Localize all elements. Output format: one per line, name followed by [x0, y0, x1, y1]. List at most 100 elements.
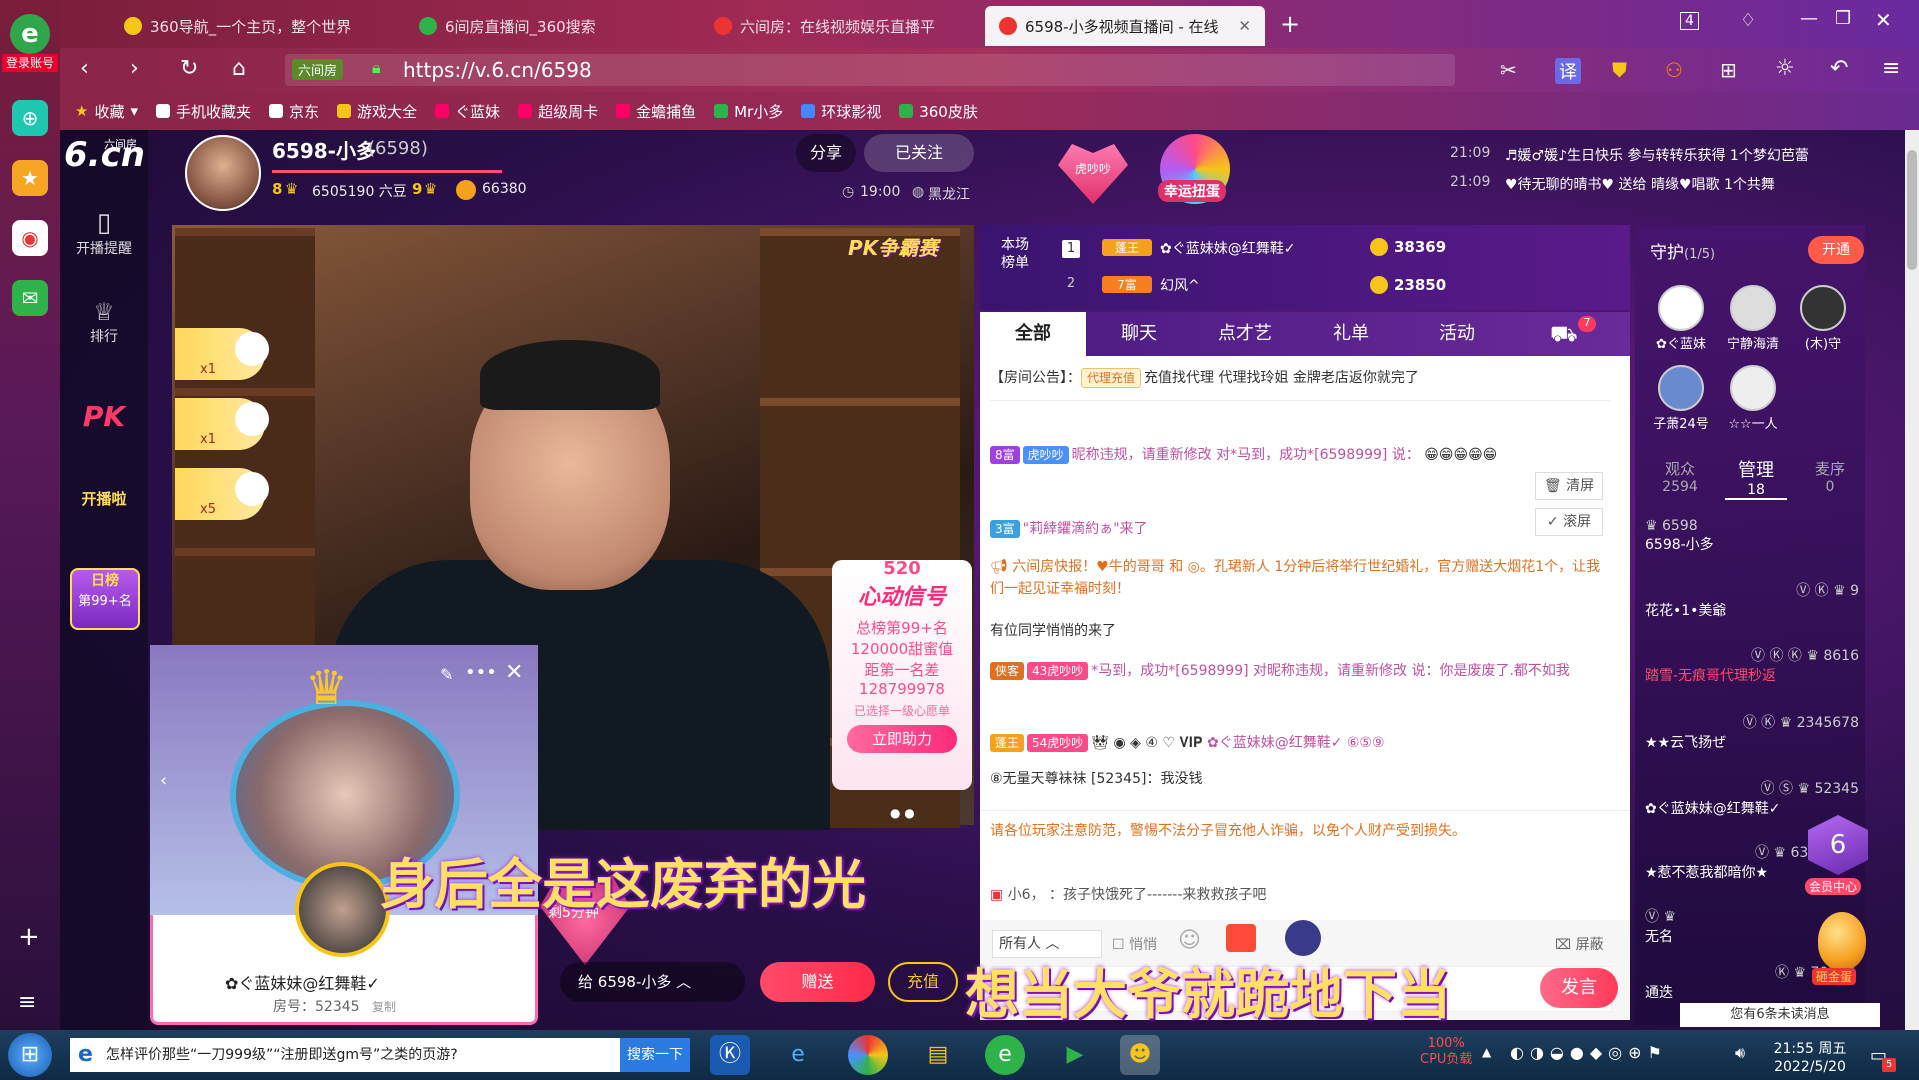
cpu-meter[interactable]: 100% CPU负载 — [1420, 1036, 1472, 1068]
shield-icon[interactable]: ⛊ — [1612, 58, 1627, 82]
add-icon[interactable]: + — [18, 922, 40, 952]
recharge-button[interactable]: 充值 — [888, 962, 958, 1002]
admin-row[interactable]: Ⓥ Ⓚ ♛ 9 花花•1•美爺 — [1645, 580, 1865, 620]
clear-screen-button[interactable]: 🗑︎ 清屏 — [1535, 472, 1603, 500]
rank-name[interactable]: ✿ぐ蓝妹妹@红舞鞋✓ — [1160, 238, 1295, 258]
red-packet-icon[interactable] — [1226, 924, 1256, 952]
plugin-icon[interactable]: ⊕ — [12, 100, 48, 136]
tab-6cn-home[interactable]: 六间房：在线视频娱乐直播平 — [700, 6, 980, 46]
360-browser-icon[interactable]: e — [985, 1035, 1025, 1075]
give-gift-button[interactable]: 赠送 — [760, 962, 875, 1002]
admin-row[interactable]: Ⓥ Ⓢ ♛ 52345 ✿ぐ蓝妹妹@红舞鞋✓ — [1645, 778, 1865, 818]
tab-mic-queue[interactable]: 麦序 0 — [1800, 458, 1860, 495]
start-button[interactable]: ⊞ — [8, 1033, 52, 1077]
shield-button[interactable]: ⌧ 屏蔽 — [1555, 934, 1604, 954]
taskbar-search-input[interactable]: 怎样评价那些“一刀999级”“注册即送gm号”之类的页游? — [70, 1038, 620, 1072]
folder-icon[interactable]: ▤ — [918, 1035, 958, 1075]
follow-button[interactable]: 已关注 — [864, 134, 974, 172]
translate-icon[interactable]: 译 — [1555, 58, 1581, 84]
bookmark-favorites[interactable]: ★ 收藏 ▾ — [75, 101, 138, 122]
cut-icon[interactable]: ✂ — [1500, 58, 1517, 82]
guard-avatar[interactable] — [1658, 285, 1704, 331]
tab-events[interactable]: 活动 — [1404, 312, 1510, 356]
favorites-icon[interactable]: ★ — [12, 160, 48, 196]
scroll-lock-button[interactable]: ✓ 滚屏 — [1535, 508, 1603, 536]
guard-avatar[interactable] — [1658, 365, 1704, 411]
tab-chat[interactable]: 聊天 — [1086, 312, 1192, 356]
k-app-icon[interactable]: Ⓚ — [710, 1035, 750, 1075]
chat-message[interactable]: 蓬王 54虎吵吵 👑︎ ◉ ◈ ④ ♡ 𝐕𝐈𝐏 ✿ぐ蓝妹妹@红舞鞋✓ ⑥⑤⑨ — [990, 732, 1610, 754]
admin-row[interactable]: ♛ 6598 6598-小多 — [1645, 518, 1865, 554]
chat-message[interactable]: 侠客 43虎吵吵 *马到，成功*[6598999] 对昵称违规，请重新修改 说：你是… — [990, 660, 1610, 682]
guard-avatar[interactable] — [1730, 285, 1776, 331]
anchor-avatar[interactable] — [185, 135, 261, 211]
bookmark-jd[interactable]: 京东 — [269, 101, 319, 122]
tab-count[interactable]: 4 — [1680, 12, 1699, 30]
weibo-icon[interactable]: ◉ — [12, 220, 48, 256]
send-button[interactable]: 发言 — [1540, 968, 1618, 1008]
bookmark-skin[interactable]: 360皮肤 — [899, 101, 978, 122]
volume-icon[interactable]: 🔊︎ — [1735, 1043, 1745, 1063]
tab-gifts[interactable]: 礼单 — [1298, 312, 1404, 356]
tab-360-nav[interactable]: 360导航_一个主页，整个世界 — [110, 6, 400, 46]
tray-expand-icon[interactable]: ▲ — [1482, 1045, 1491, 1059]
brightness-icon[interactable]: ☼ — [1775, 56, 1795, 81]
bookmark-games[interactable]: 游戏大全 — [337, 101, 417, 122]
chat-message[interactable]: 3富 "莉緈鑺滴約ぁ"来了 — [990, 518, 1510, 540]
home-icon[interactable]: ⌂ — [232, 56, 246, 81]
menu-icon[interactable]: ≡ — [18, 990, 36, 1015]
chrome-icon[interactable] — [848, 1035, 888, 1075]
member-center-label[interactable]: 会员中心 — [1805, 878, 1862, 895]
bookmark-weekly[interactable]: 超级周卡 — [518, 101, 598, 122]
event-card[interactable]: 520 心动信号 总榜第99+名 120000甜蜜值 距第一名差 1287999… — [832, 558, 972, 790]
browser-menu-icon[interactable]: ≡ — [1882, 56, 1900, 81]
more-icon[interactable]: ••• — [465, 662, 497, 683]
lucky-egg-label[interactable]: 幸运扭蛋 — [1158, 180, 1226, 202]
tray-icons[interactable]: ◐◑◒●◆◎⊕⚑ — [1510, 1043, 1668, 1062]
back-icon[interactable]: ‹ — [80, 56, 89, 81]
active-app-icon[interactable]: ☻ — [1120, 1035, 1160, 1075]
chat-message[interactable]: ⑧无量天尊袜袜 [52345]：我没钱 — [990, 768, 1610, 790]
tab-admin[interactable]: 管理 18 — [1725, 456, 1787, 500]
nav-pk[interactable]: PK — [60, 400, 148, 433]
bookmark-mrxiaoduo[interactable]: Mr小多 — [714, 101, 783, 122]
tab-360-search[interactable]: 6间房直播间_360搜索 — [405, 6, 695, 46]
login-button[interactable]: 登录账号 — [2, 54, 58, 72]
close-icon[interactable]: ✕ — [505, 660, 523, 685]
user-avatar[interactable] — [295, 862, 390, 957]
chevron-left-icon[interactable]: ‹ — [160, 770, 167, 791]
open-guard-button[interactable]: 开通 — [1808, 236, 1864, 264]
skin-icon[interactable]: ♢ — [1740, 10, 1756, 31]
event-cta-button[interactable]: 立即助力 — [847, 725, 957, 753]
bookmark-fishing[interactable]: 金蟾捕鱼 — [616, 101, 696, 122]
tab-6598-live[interactable]: 6598-小多视频直播间 - 在线 ✕ — [985, 6, 1265, 46]
chat-message[interactable]: 📢︎ 六间房快报！♥牛的哥哥 和 ◎。孔珺新人 1分钟后将举行世纪婚礼，官方赠送… — [990, 556, 1610, 600]
ie-icon[interactable]: e — [778, 1035, 818, 1075]
mail-icon[interactable]: ✉ — [12, 280, 48, 316]
game-icon[interactable]: ⚇ — [1665, 58, 1683, 82]
tab-all[interactable]: 全部 — [980, 312, 1086, 356]
taskbar-clock[interactable]: 21:55 周五 2022/5/20 — [1760, 1040, 1860, 1076]
nav-live[interactable]: 开播啦 — [60, 488, 148, 509]
share-button[interactable]: 分享 — [796, 134, 856, 172]
copy-button[interactable]: 复制 — [372, 998, 396, 1015]
chat-message[interactable]: 有位同学悄悄的来了 — [990, 620, 1610, 642]
url-input[interactable]: https://v.6.cn/6598 — [285, 54, 1455, 86]
admin-row[interactable]: Ⓥ Ⓚ Ⓚ ♛ 8616 踏雪-无痕哥代理秒返 — [1645, 645, 1865, 685]
edit-icon[interactable]: ✎ — [440, 665, 453, 684]
taskbar-search-button[interactable]: 搜索一下 — [620, 1038, 690, 1072]
player-icon[interactable]: ▶ — [1055, 1035, 1095, 1075]
close-window-icon[interactable]: ✕ — [1875, 8, 1892, 32]
new-tab-icon[interactable]: + — [1280, 10, 1300, 38]
guard-avatar[interactable] — [1730, 365, 1776, 411]
daily-rank-badge[interactable]: 日榜 第99+名 — [70, 568, 140, 630]
golden-egg-icon[interactable] — [1818, 912, 1866, 970]
nav-rank[interactable]: ♕ 排行 — [60, 298, 148, 346]
guard-avatar[interactable] — [1800, 285, 1846, 331]
gift-target[interactable]: 给 6598-小多 ︿ — [560, 962, 745, 1002]
undo-icon[interactable]: ↶ — [1830, 56, 1848, 81]
chat-message[interactable]: ▣ 小6， ：孩子快饿死了-------来救救孩子吧 — [990, 884, 1610, 906]
tab-talent[interactable]: 点才艺 — [1192, 312, 1298, 356]
chat-message[interactable]: 8富 虎吵吵 昵称违规，请重新修改 对*马到，成功*[6598999] 说： 😁😁😁… — [990, 444, 1610, 466]
apps-icon[interactable]: ⊞ — [1720, 58, 1737, 82]
